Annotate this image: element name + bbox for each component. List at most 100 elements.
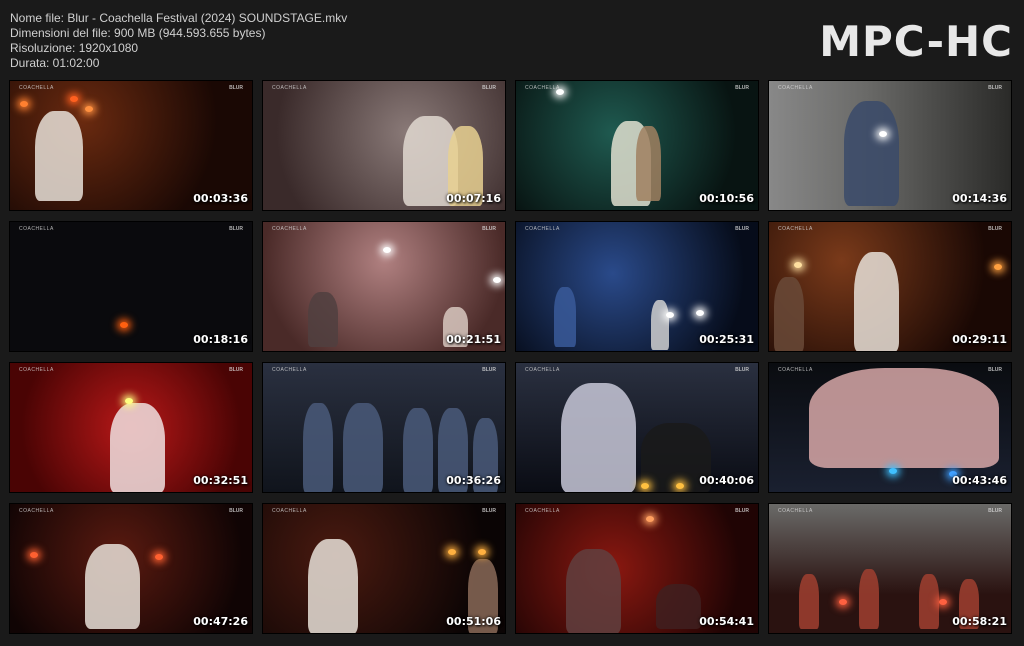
performer-figure	[919, 574, 939, 629]
watermark-right: BLUR	[988, 85, 1002, 91]
timestamp: 00:18:16	[193, 333, 248, 346]
watermark-right: BLUR	[988, 226, 1002, 232]
performer-figure	[110, 403, 165, 492]
watermark-right: BLUR	[229, 508, 243, 514]
watermark-left: COACHELLA	[19, 85, 54, 91]
performer-figure	[651, 300, 669, 350]
video-thumbnail[interactable]: COACHELLA BLUR 00:32:51	[9, 362, 253, 493]
watermark-right: BLUR	[988, 367, 1002, 373]
video-thumbnail[interactable]: COACHELLA BLUR 00:25:31	[515, 221, 759, 352]
stage-light	[493, 277, 501, 283]
stage-light	[676, 483, 684, 489]
video-thumbnail[interactable]: COACHELLA BLUR 00:43:46	[768, 362, 1012, 493]
thumbnail-image	[516, 81, 758, 210]
watermark-right: BLUR	[229, 367, 243, 373]
video-thumbnail[interactable]: COACHELLA BLUR 00:14:36	[768, 80, 1012, 211]
stage-light	[939, 599, 947, 605]
stage-light	[889, 468, 897, 474]
performer-figure	[35, 111, 83, 201]
timestamp: 00:51:06	[446, 615, 501, 628]
video-thumbnail[interactable]: COACHELLA BLUR 00:47:26	[9, 503, 253, 634]
performer-figure	[799, 574, 819, 629]
performer-figure	[403, 408, 433, 492]
video-thumbnail[interactable]: COACHELLA BLUR 00:18:16	[9, 221, 253, 352]
thumbnail-image	[516, 363, 758, 492]
video-thumbnail[interactable]: COACHELLA BLUR 00:07:16	[262, 80, 506, 211]
file-size: Dimensioni del file: 900 MB (944.593.655…	[10, 26, 266, 40]
video-thumbnail[interactable]: COACHELLA BLUR 00:36:26	[262, 362, 506, 493]
watermark-left: COACHELLA	[19, 508, 54, 514]
watermark-right: BLUR	[735, 226, 749, 232]
video-thumbnail[interactable]: COACHELLA BLUR 00:21:51	[262, 221, 506, 352]
watermark-right: BLUR	[482, 508, 496, 514]
performer-figure	[656, 584, 701, 629]
watermark-left: COACHELLA	[778, 367, 813, 373]
performer-figure	[854, 252, 899, 351]
timestamp: 00:54:41	[699, 615, 754, 628]
stage-light	[646, 516, 654, 522]
thumbnail-image	[769, 222, 1011, 351]
thumbnail-grid: COACHELLA BLUR 00:03:36 COACHELLA BLUR 00:07:…	[9, 80, 1012, 634]
thumbnail-image	[769, 363, 1011, 492]
watermark-left: COACHELLA	[272, 508, 307, 514]
performer-figure	[561, 383, 636, 492]
thumbnail-image	[10, 363, 252, 492]
watermark-left: COACHELLA	[272, 226, 307, 232]
stage-light	[994, 264, 1002, 270]
watermark-left: COACHELLA	[19, 367, 54, 373]
thumbnail-image	[10, 81, 252, 210]
watermark-left: COACHELLA	[778, 85, 813, 91]
watermark-left: COACHELLA	[19, 226, 54, 232]
watermark-right: BLUR	[229, 85, 243, 91]
watermark-left: COACHELLA	[272, 367, 307, 373]
watermark-left: COACHELLA	[525, 85, 560, 91]
video-thumbnail[interactable]: COACHELLA BLUR 00:58:21	[768, 503, 1012, 634]
stage-light	[794, 262, 802, 268]
timestamp: 00:43:46	[952, 474, 1007, 487]
thumbnail-image	[263, 222, 505, 351]
thumbnail-image	[10, 222, 252, 351]
video-thumbnail[interactable]: COACHELLA BLUR 00:29:11	[768, 221, 1012, 352]
thumbnail-image	[516, 222, 758, 351]
thumbnail-image	[10, 504, 252, 633]
video-thumbnail[interactable]: COACHELLA BLUR 00:40:06	[515, 362, 759, 493]
stage-light	[120, 322, 128, 328]
watermark-left: COACHELLA	[525, 226, 560, 232]
performer-figure	[308, 292, 338, 347]
stage-light	[879, 131, 887, 137]
video-thumbnail[interactable]: COACHELLA BLUR 00:10:56	[515, 80, 759, 211]
duration: Durata: 01:02:00	[10, 56, 100, 70]
performer-figure	[566, 549, 621, 633]
performer-figure	[85, 544, 140, 629]
video-thumbnail[interactable]: COACHELLA BLUR 00:03:36	[9, 80, 253, 211]
watermark-right: BLUR	[735, 85, 749, 91]
watermark-right: BLUR	[482, 226, 496, 232]
performer-figure	[859, 569, 879, 629]
stage-light	[30, 552, 38, 558]
resolution: Risoluzione: 1920x1080	[10, 41, 139, 55]
watermark-right: BLUR	[229, 226, 243, 232]
timestamp: 00:40:06	[699, 474, 754, 487]
stage-light	[383, 247, 391, 253]
timestamp: 00:25:31	[699, 333, 754, 346]
watermark-right: BLUR	[482, 85, 496, 91]
watermark-left: COACHELLA	[272, 85, 307, 91]
performer-figure	[554, 287, 576, 347]
thumbnail-image	[516, 504, 758, 633]
timestamp: 00:10:56	[699, 192, 754, 205]
thumbnail-image	[769, 81, 1011, 210]
thumbnail-image	[263, 504, 505, 633]
stage-light	[125, 398, 133, 404]
watermark-right: BLUR	[735, 367, 749, 373]
timestamp: 00:58:21	[952, 615, 1007, 628]
timestamp: 00:36:26	[446, 474, 501, 487]
video-thumbnail[interactable]: COACHELLA BLUR 00:51:06	[262, 503, 506, 634]
video-thumbnail[interactable]: COACHELLA BLUR 00:54:41	[515, 503, 759, 634]
file-name: Nome file: Blur - Coachella Festival (20…	[10, 11, 348, 25]
performer-figure	[774, 277, 804, 351]
thumbnail-image	[263, 363, 505, 492]
performer-figure	[303, 403, 333, 492]
stage-light	[666, 312, 674, 318]
app-logo: MPC-HC	[819, 17, 1013, 66]
stage-light	[20, 101, 28, 107]
